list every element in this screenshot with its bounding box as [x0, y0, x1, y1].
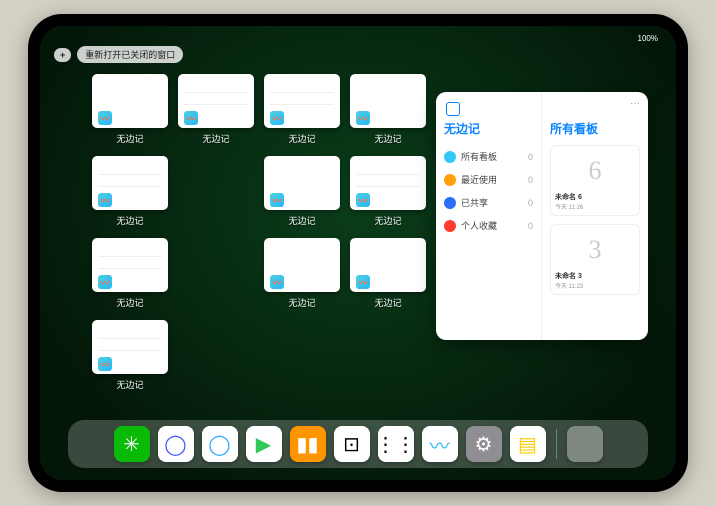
- dock: ✳◯◯▶▮▮⊡⋮⋮〰⚙▤: [68, 420, 648, 468]
- freeform-app-icon: 〰: [356, 193, 370, 207]
- freeform-app-icon: 〰: [98, 193, 112, 207]
- sidebar-item-count: 0: [528, 198, 533, 208]
- thumbnail-label: 无边记: [116, 378, 143, 391]
- sidebar-item-label: 最近使用: [461, 173, 497, 186]
- freeform-app-icon: 〰: [356, 275, 370, 289]
- stage-thumbnail[interactable]: 〰无边记: [92, 320, 168, 398]
- thumbnail-label: 无边记: [202, 132, 229, 145]
- thumbnail-window: 〰: [264, 156, 340, 210]
- board-subtitle: 今天 11:26: [555, 202, 583, 211]
- thumbnail-label: 无边记: [374, 296, 401, 309]
- sidebar-item-label: 已共享: [461, 196, 488, 209]
- thumbnail-label: 无边记: [288, 214, 315, 227]
- reopen-window-button[interactable]: 重新打开已关闭的窗口: [77, 46, 183, 63]
- window-menu-icon[interactable]: ···: [630, 98, 640, 109]
- sidebar-item[interactable]: 最近使用 0: [444, 168, 533, 191]
- sidebar-item-icon: [444, 220, 456, 232]
- freeform-app-icon: 〰: [270, 275, 284, 289]
- board-card[interactable]: 3未命名 3今天 11:23: [550, 224, 640, 295]
- freeform-app-icon: 〰: [270, 193, 284, 207]
- sidebar-item-count: 0: [528, 152, 533, 162]
- freeform-content: 所有看板 6未命名 6今天 11:26 3未命名 3今天 11:23: [542, 92, 648, 340]
- stage-thumbnail[interactable]: 〰无边记: [178, 74, 254, 152]
- thumbnail-window: 〰: [350, 74, 426, 128]
- stage-thumbnail[interactable]: 〰无边记: [92, 238, 168, 316]
- content-title: 所有看板: [550, 120, 640, 137]
- freeform-app-icon: 〰: [98, 275, 112, 289]
- sidebar-item[interactable]: 个人收藏 0: [444, 214, 533, 237]
- sidebar-item-icon: [444, 197, 456, 209]
- dock-app-freeform[interactable]: 〰: [422, 426, 458, 462]
- thumbnail-window: 〰: [264, 238, 340, 292]
- thumbnail-label: 无边记: [374, 214, 401, 227]
- dock-app-wechat[interactable]: ✳: [114, 426, 150, 462]
- freeform-app-icon: 〰: [98, 357, 112, 371]
- dock-app-dice[interactable]: ⊡: [334, 426, 370, 462]
- stage-thumbnail[interactable]: 〰无边记: [92, 156, 168, 234]
- thumbnail-label: 无边记: [288, 296, 315, 309]
- stage-manager-grid: 〰无边记〰无边记〰无边记〰无边记〰无边记〰无边记〰无边记〰无边记〰无边记〰无边记…: [92, 74, 422, 398]
- stage-thumbnail[interactable]: 〰无边记: [350, 156, 426, 234]
- thumbnail-window: 〰: [264, 74, 340, 128]
- status-bar: 100%: [40, 30, 676, 46]
- sidebar-item[interactable]: 已共享 0: [444, 191, 533, 214]
- dock-app-notes[interactable]: ▤: [510, 426, 546, 462]
- freeform-app-icon: 〰: [184, 111, 198, 125]
- thumbnail-label: 无边记: [374, 132, 401, 145]
- freeform-sidebar: 无边记 所有看板 0 最近使用 0 已共享 0 个人收藏 0: [436, 92, 542, 340]
- thumbnail-label: 无边记: [116, 132, 143, 145]
- stage-thumbnail[interactable]: 〰无边记: [350, 238, 426, 316]
- sidebar-item-icon: [444, 151, 456, 163]
- status-battery: 100%: [638, 34, 658, 43]
- stage-thumbnail[interactable]: 〰无边记: [264, 156, 340, 234]
- board-preview: 6: [567, 150, 623, 192]
- thumbnail-window: 〰: [92, 74, 168, 128]
- thumbnail-window: 〰: [350, 238, 426, 292]
- sidebar-item-count: 0: [528, 221, 533, 231]
- sidebar-item-count: 0: [528, 175, 533, 185]
- active-app-window[interactable]: ··· 无边记 所有看板0最近使用0已共享0个人收藏0 所有看板 6未命名 6今…: [436, 92, 648, 340]
- sidebar-toggle-icon[interactable]: [446, 102, 460, 116]
- sidebar-item-label: 所有看板: [461, 150, 497, 163]
- dock-app-settings[interactable]: ⚙: [466, 426, 502, 462]
- freeform-app-icon: 〰: [98, 111, 112, 125]
- add-button[interactable]: +: [54, 48, 71, 62]
- thumbnail-window: 〰: [350, 156, 426, 210]
- board-title: 未命名 6: [555, 192, 582, 202]
- thumbnail-label: 无边记: [116, 296, 143, 309]
- thumbnail-label: 无边记: [288, 132, 315, 145]
- stage-thumbnail[interactable]: 〰无边记: [92, 74, 168, 152]
- sidebar-item[interactable]: 所有看板 0: [444, 145, 533, 168]
- stage-thumbnail[interactable]: 〰无边记: [264, 74, 340, 152]
- thumbnail-window: 〰: [178, 74, 254, 128]
- board-title: 未命名 3: [555, 271, 582, 281]
- thumbnail-window: 〰: [92, 238, 168, 292]
- thumbnail-window: 〰: [92, 156, 168, 210]
- stage-thumbnail[interactable]: 〰无边记: [264, 238, 340, 316]
- ipad-screen: 100% + 重新打开已关闭的窗口 〰无边记〰无边记〰无边记〰无边记〰无边记〰无…: [40, 26, 676, 480]
- dock-app-browser-circle[interactable]: ◯: [158, 426, 194, 462]
- freeform-app-icon: 〰: [270, 111, 284, 125]
- sidebar-title: 无边记: [444, 120, 533, 137]
- thumbnail-label: 无边记: [116, 214, 143, 227]
- freeform-app-icon: 〰: [356, 111, 370, 125]
- board-card[interactable]: 6未命名 6今天 11:26: [550, 145, 640, 216]
- dock-app-folder[interactable]: [567, 426, 603, 462]
- dock-app-browser-q[interactable]: ◯: [202, 426, 238, 462]
- stage-thumbnail[interactable]: 〰无边记: [350, 74, 426, 152]
- sidebar-item-icon: [444, 174, 456, 186]
- dock-app-books[interactable]: ▮▮: [290, 426, 326, 462]
- ipad-frame: 100% + 重新打开已关闭的窗口 〰无边记〰无边记〰无边记〰无边记〰无边记〰无…: [28, 14, 688, 492]
- dock-separator: [556, 429, 557, 459]
- dock-app-play[interactable]: ▶: [246, 426, 282, 462]
- top-bar: + 重新打开已关闭的窗口: [54, 46, 183, 63]
- dock-app-nodes[interactable]: ⋮⋮: [378, 426, 414, 462]
- board-preview: 3: [567, 229, 623, 271]
- sidebar-item-label: 个人收藏: [461, 219, 497, 232]
- thumbnail-window: 〰: [92, 320, 168, 374]
- board-subtitle: 今天 11:23: [555, 281, 583, 290]
